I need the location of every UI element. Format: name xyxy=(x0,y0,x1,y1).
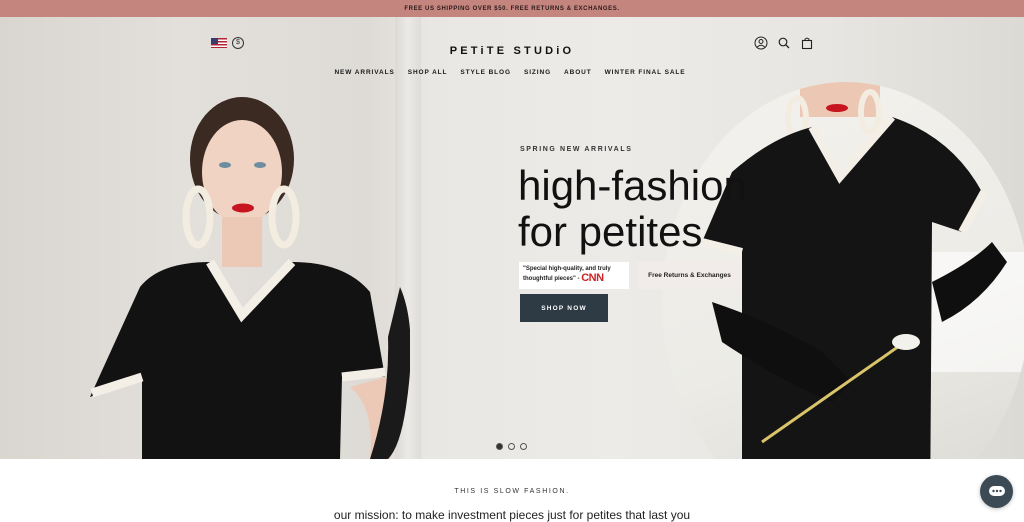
announcement-text: FREE US SHIPPING OVER $50. FREE RETURNS … xyxy=(404,5,620,12)
announcement-bar: FREE US SHIPPING OVER $50. FREE RETURNS … xyxy=(0,0,1024,17)
carousel-dot-1[interactable] xyxy=(496,443,503,450)
shop-now-button[interactable]: SHOP NOW xyxy=(520,294,608,322)
hero-eyebrow: SPRING NEW ARRIVALS xyxy=(520,146,633,153)
nav-style-blog[interactable]: STYLE BLOG xyxy=(460,69,511,76)
nav-sizing[interactable]: SIZING xyxy=(524,69,551,76)
hero-headline: high-fashion for petites xyxy=(518,163,798,255)
currency-selector[interactable]: $ xyxy=(232,37,244,49)
nav-about[interactable]: ABOUT xyxy=(564,69,592,76)
main-nav: NEW ARRIVALS SHOP ALL STYLE BLOG SIZING … xyxy=(300,69,720,76)
mission-text: our mission: to make investment pieces j… xyxy=(333,508,691,522)
chat-button[interactable] xyxy=(980,475,1013,508)
hero-banner: $ PETiTE STUDiO NEW ARRIVALS SHOP ALL ST… xyxy=(0,17,1024,459)
us-flag-icon[interactable] xyxy=(211,38,227,48)
hero-model-left-image xyxy=(90,97,410,459)
press-quote: "Special high-quality, and truly thought… xyxy=(519,262,629,289)
nav-new-arrivals[interactable]: NEW ARRIVALS xyxy=(334,69,394,76)
nav-winter-final-sale[interactable]: WINTER FINAL SALE xyxy=(605,69,686,76)
hero-headline-line-2: for petites xyxy=(518,208,703,255)
cart-icon[interactable] xyxy=(800,36,814,50)
mission-eyebrow: THIS IS SLOW FASHION. xyxy=(454,488,570,495)
carousel-dot-3[interactable] xyxy=(520,443,527,450)
nav-shop-all[interactable]: SHOP ALL xyxy=(408,69,448,76)
returns-badge: Free Returns & Exchanges xyxy=(637,262,742,289)
chat-icon xyxy=(988,485,1005,496)
carousel-dots xyxy=(496,443,527,450)
account-icon[interactable] xyxy=(754,36,768,50)
site-logo[interactable]: PETiTE STUDiO xyxy=(412,45,612,57)
hero-headline-line-1: high-fashion xyxy=(518,162,747,209)
cnn-logo: CNN xyxy=(581,272,604,284)
search-icon[interactable] xyxy=(777,36,791,50)
carousel-dot-2[interactable] xyxy=(508,443,515,450)
